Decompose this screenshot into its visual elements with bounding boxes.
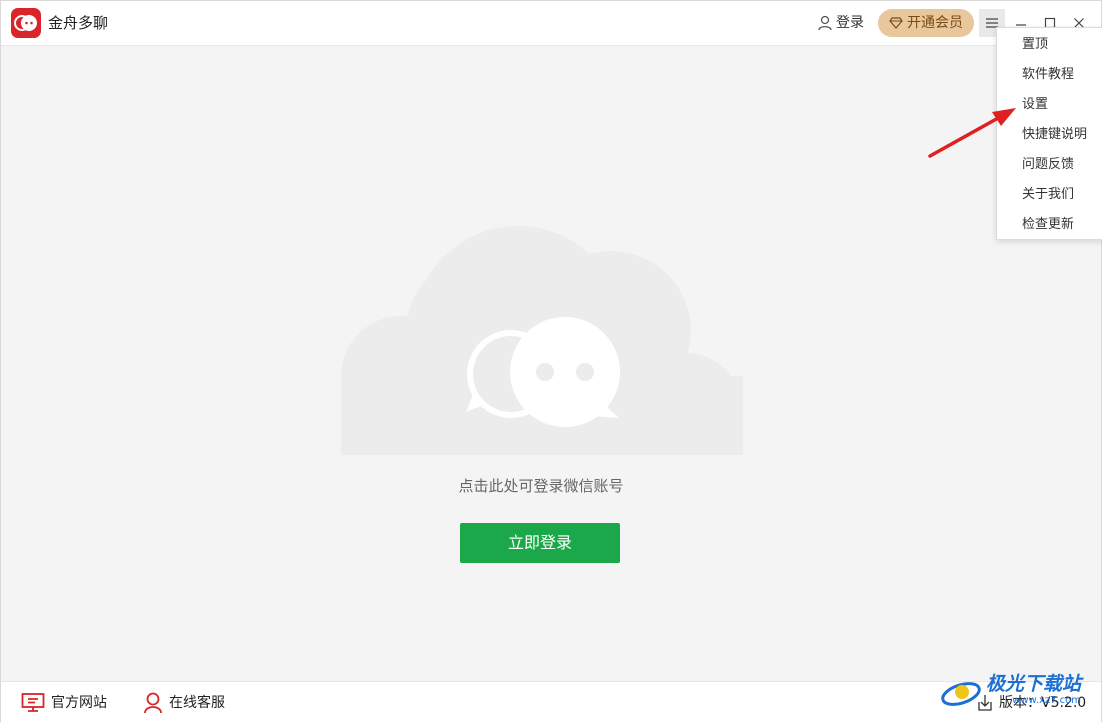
- official-website-link[interactable]: 官方网站: [21, 692, 107, 714]
- login-link[interactable]: 登录: [817, 13, 864, 33]
- title-bar: 金舟多聊 登录 开通会员: [1, 1, 1101, 46]
- online-service-link[interactable]: 在线客服: [143, 692, 225, 714]
- menu-item-pin-top[interactable]: 置顶: [997, 30, 1102, 60]
- vip-label: 开通会员: [907, 15, 963, 31]
- watermark-name: 极光下载站: [986, 673, 1082, 695]
- online-service-label: 在线客服: [169, 695, 225, 711]
- app-title: 金舟多聊: [48, 14, 109, 32]
- watermark-logo-icon: [941, 682, 981, 706]
- footer-bar: 官方网站 在线客服 版本：V5.2.0: [1, 681, 1101, 722]
- menu-item-shortcuts[interactable]: 快捷键说明: [997, 120, 1102, 150]
- menu-item-about[interactable]: 关于我们: [997, 180, 1102, 210]
- main-menu-dropdown: 置顶 软件教程 设置 快捷键说明 问题反馈 关于我们 检查更新: [996, 27, 1102, 240]
- watermark-url: www.xz7.com: [1012, 695, 1082, 706]
- diamond-icon: [889, 17, 903, 29]
- login-hint-text[interactable]: 点击此处可登录微信账号: [341, 475, 741, 497]
- menu-item-settings[interactable]: 设置: [997, 90, 1102, 120]
- official-website-label: 官方网站: [51, 695, 107, 711]
- monitor-icon: [21, 693, 45, 712]
- vip-button[interactable]: 开通会员: [878, 9, 974, 37]
- menu-item-feedback[interactable]: 问题反馈: [997, 150, 1102, 180]
- watermark: 极光下载站 www.xz7.com: [940, 670, 1081, 710]
- menu-item-update[interactable]: 检查更新: [997, 210, 1102, 240]
- empty-state-cloud-illustration: [341, 226, 743, 458]
- customer-service-icon: [144, 692, 162, 714]
- app-logo-icon: [11, 8, 41, 38]
- menu-item-tutorial[interactable]: 软件教程: [997, 60, 1102, 90]
- app-window: 金舟多聊 登录 开通会员 点击此处可登录微信账号 立即登录 官方网站 在线客服 …: [0, 0, 1102, 722]
- login-label: 登录: [836, 15, 864, 31]
- login-now-button[interactable]: 立即登录: [460, 523, 620, 563]
- user-icon: [818, 15, 832, 31]
